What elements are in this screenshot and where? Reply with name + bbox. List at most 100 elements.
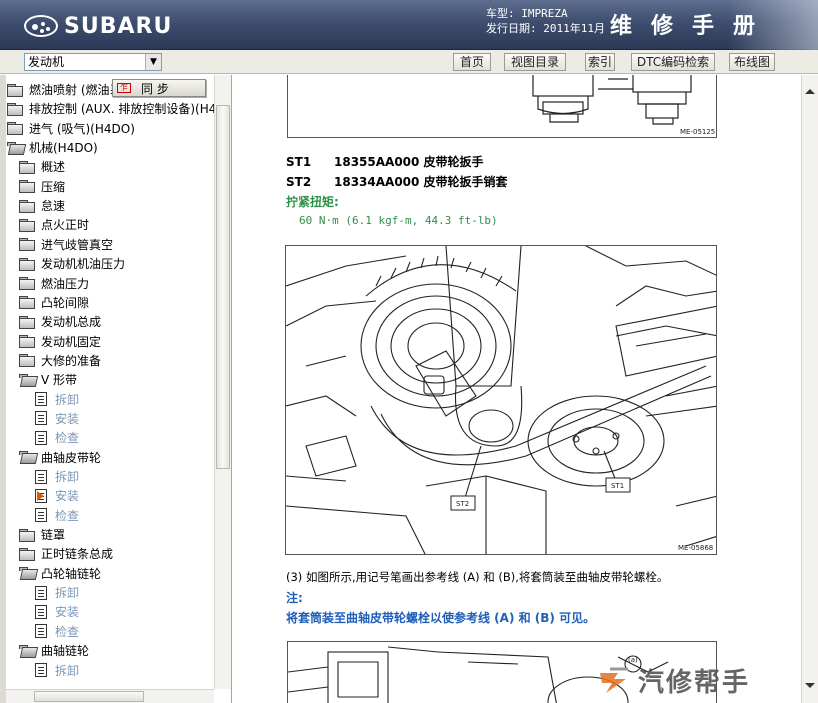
torque-value: 60 N·m (6.1 kgf-m, 44.3 ft-lb) — [299, 214, 498, 227]
tree-item[interactable]: 燃油压力 — [19, 274, 89, 293]
tree-horizontal-scrollbar[interactable] — [6, 689, 214, 703]
page-icon — [35, 604, 47, 619]
dtc-search-button[interactable]: DTC编码检索 — [631, 53, 715, 71]
tree-item[interactable]: 链罩 — [19, 525, 65, 544]
tree-item[interactable]: 发动机机油压力 — [19, 254, 125, 273]
header-gloss — [728, 0, 818, 50]
note-title: 注: — [286, 591, 303, 605]
tool-st2-desc: 18334AA000 皮带轮扳手销套 — [334, 175, 508, 189]
page-icon — [35, 663, 47, 677]
tree-item[interactable]: 进气 (吸气)(H4DO) — [7, 119, 135, 138]
tree-item-label: 正时链条总成 — [41, 547, 114, 562]
subaru-stars-icon — [24, 15, 58, 37]
tree-vertical-scrollbar[interactable] — [214, 75, 231, 689]
tree-item-label: 安装 — [55, 411, 80, 426]
tree-item-label: 点火正时 — [41, 218, 90, 233]
tree-item[interactable]: 正时链条总成 — [19, 544, 113, 563]
tree-item[interactable]: 拆卸 — [33, 583, 79, 602]
figure-top-drawing — [532, 75, 692, 125]
tree-item-label: 曲轴皮带轮 — [41, 450, 102, 465]
model-info: 车型: IMPREZA 发行日期: 2011年11月 — [486, 6, 605, 36]
tree-item[interactable]: 大修的准备 — [19, 351, 101, 370]
wiring-diagram-button[interactable]: 布线图 — [729, 53, 775, 71]
chevron-down-icon[interactable]: ▼ — [145, 54, 161, 70]
tree-item-label: 检查 — [55, 624, 80, 639]
tree-item[interactable]: 机械(H4DO) — [7, 138, 98, 157]
sync-button[interactable]: 乍 同 步 — [112, 79, 206, 97]
tree-item[interactable]: 安装 — [33, 486, 79, 505]
tree-item-label: 排放控制 (AUX. 排放控制设备)(H4 — [29, 102, 214, 117]
tree-item-label: 概述 — [41, 160, 66, 175]
page-icon — [35, 508, 47, 523]
figure-pulley-id: ME-05868 — [678, 544, 714, 552]
tree-item[interactable]: 发动机固定 — [19, 332, 101, 351]
tree-item-label: 拆卸 — [55, 586, 80, 601]
tree-item-label: 安装 — [55, 605, 80, 620]
sync-icon: 乍 — [117, 83, 131, 93]
watermark-logo-icon — [596, 665, 632, 695]
callout-st2: ST2 — [456, 500, 470, 508]
navigation-panel: 燃油喷射 (燃油系统)(H4DO) 排放控制 (AUX. 排放控制设备)(H4 进气… — [0, 75, 232, 703]
home-button[interactable]: 首页 — [453, 53, 491, 71]
tree-scroll-thumb[interactable] — [216, 105, 230, 469]
note-text: 将套筒装至曲轴皮带轮螺栓以使参考线 (A) 和 (B) 可见。 — [286, 611, 596, 625]
tree-item-label: 曲轴链轮 — [41, 644, 90, 659]
folder-open-icon — [19, 567, 35, 579]
tree-item[interactable]: 拆卸 — [33, 467, 79, 486]
folder-icon — [19, 335, 35, 349]
tree-item[interactable]: 凸轮间隙 — [19, 293, 89, 312]
page-icon — [35, 430, 47, 445]
figure-top-id: ME-05125 — [680, 128, 716, 136]
tree-item[interactable]: 检查 — [33, 506, 79, 525]
folder-open-icon — [7, 141, 23, 154]
tree-item[interactable]: 安装 — [33, 409, 79, 428]
tree-item-label: 安装 — [55, 489, 80, 504]
figure-pulley-wrench: ST2 ST1 ME-05868 — [285, 245, 717, 555]
tree-item[interactable]: 拆卸 — [33, 390, 79, 409]
view-toc-button[interactable]: 视图目录 — [504, 53, 566, 71]
tree-item[interactable]: 点火正时 — [19, 215, 89, 234]
tree-item[interactable]: 凸轮轴链轮 — [19, 564, 101, 583]
section-select[interactable]: 发动机 ▼ — [24, 53, 162, 71]
folder-open-icon — [19, 644, 35, 657]
app-header: SUBARU 车型: IMPREZA 发行日期: 2011年11月 维修手册 — [0, 0, 818, 50]
tree-item[interactable]: 检查 — [33, 622, 79, 641]
tree-hscroll-thumb[interactable] — [34, 691, 144, 702]
tree-item[interactable]: 怠速 — [19, 196, 65, 215]
tree-item[interactable]: 发动机总成 — [19, 312, 101, 331]
tree-item[interactable]: V 形带 — [19, 370, 77, 389]
tree-item-label: 检查 — [55, 508, 80, 523]
tree-item-label: 进气 (吸气)(H4DO) — [29, 121, 135, 136]
folder-icon — [19, 296, 35, 310]
tree-item[interactable]: 拆卸 — [33, 661, 79, 680]
folder-open-icon — [19, 373, 35, 386]
tree-item[interactable]: 检查 — [33, 428, 79, 447]
issue-date-line: 发行日期: 2011年11月 — [486, 22, 605, 35]
tree-item-label: 凸轮间隙 — [41, 295, 90, 310]
folder-icon — [7, 83, 23, 97]
step-3-text: (3) 如图所示,用记号笔画出参考线 (A) 和 (B),将套筒装至曲轴皮带轮螺… — [286, 570, 669, 584]
tree-item[interactable]: 概述 — [19, 157, 65, 176]
tree-item-label: 机械(H4DO) — [29, 141, 98, 156]
watermark-text: 汽修帮手 — [638, 667, 751, 698]
callout-st1: ST1 — [611, 482, 625, 490]
tree-item-label: 检查 — [55, 431, 80, 446]
model-line: 车型: IMPREZA — [486, 7, 568, 20]
tree-item[interactable]: 排放控制 (AUX. 排放控制设备)(H4 — [7, 99, 214, 118]
tree-item-label: 链罩 — [41, 528, 66, 543]
figure-top: ME-05125 — [287, 75, 717, 138]
tree-item[interactable]: 进气歧管真空 — [19, 235, 113, 254]
content-vertical-scrollbar[interactable] — [801, 75, 818, 703]
tree-item-label: V 形带 — [41, 373, 78, 388]
index-button[interactable]: 索引 — [585, 53, 615, 71]
scroll-up-arrow-icon[interactable] — [805, 89, 815, 94]
tree-item-label: 拆卸 — [55, 470, 80, 484]
tree-item[interactable]: 曲轴皮带轮 — [19, 448, 101, 467]
tree-item-label: 压缩 — [41, 179, 66, 194]
tree-item-label: 进气歧管真空 — [41, 237, 114, 252]
tree-item[interactable]: 压缩 — [19, 177, 65, 196]
tool-st2-code: ST2 — [286, 175, 312, 189]
tool-st1-code: ST1 — [286, 155, 312, 169]
tree-item[interactable]: 曲轴链轮 — [19, 641, 89, 660]
tree-item[interactable]: 安装 — [33, 602, 79, 621]
